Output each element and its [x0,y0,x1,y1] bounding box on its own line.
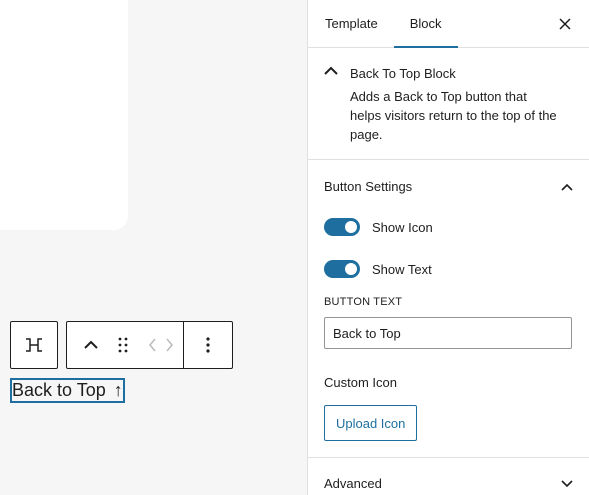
settings-sidebar: Template Block Back To Top Block Adds a … [307,0,589,495]
advanced-panel: Advanced [308,458,589,495]
show-text-row: Show Text [324,254,573,284]
button-settings-toggle[interactable]: Button Settings [308,160,589,212]
advanced-toggle[interactable]: Advanced [308,458,589,495]
upload-icon-button[interactable]: Upload Icon [324,405,418,441]
show-icon-row: Show Icon [324,212,573,242]
block-card-description: Adds a Back to Top button that helps vis… [350,89,557,142]
show-icon-toggle[interactable] [324,218,360,236]
button-settings-body: Show Icon Show Text BUTTON TEXT Custom I… [308,212,589,457]
editor-canvas[interactable]: Back to Top ↑ [0,0,308,495]
custom-icon-label: Custom Icon [324,375,397,390]
panel-title: Advanced [324,475,382,491]
chevron-up-icon [324,64,338,88]
drag-handle-icon[interactable] [107,322,139,368]
arrow-up-icon: ↑ [113,380,123,400]
sidebar-tabs: Template Block [308,0,589,48]
block-mover-group [66,321,233,369]
back-to-top-block[interactable]: Back to Top ↑ [10,378,125,403]
block-transform-group [10,321,58,369]
button-text-label: BUTTON TEXT [324,296,403,308]
close-icon[interactable] [555,14,575,34]
block-toolbar [10,321,233,369]
tab-template[interactable]: Template [308,0,394,47]
tab-block[interactable]: Block [393,0,458,48]
more-vertical-icon[interactable] [184,322,232,368]
chevron-up-icon [561,179,573,194]
back-to-top-text: Back to Top [12,380,106,400]
button-settings-panel: Button Settings Show Icon Show Text BUTT… [308,160,589,458]
button-text-input[interactable] [324,317,572,349]
block-card: Back To Top Block Adds a Back to Top but… [308,48,589,160]
canvas-card [0,0,128,230]
code-icon[interactable] [139,322,183,368]
chevron-up-icon[interactable] [75,322,107,368]
block-type-icon[interactable] [11,322,57,368]
show-text-toggle[interactable] [324,260,360,278]
chevron-down-icon [561,476,573,491]
block-card-title: Back To Top Block [350,66,456,81]
show-text-label: Show Text [372,261,432,277]
show-icon-label: Show Icon [372,219,433,235]
panel-title: Button Settings [324,178,413,194]
